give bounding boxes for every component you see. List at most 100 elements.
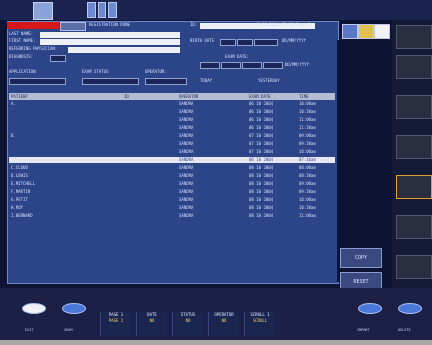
today-radio[interactable]: TODAY (200, 78, 212, 84)
yesterday-radio[interactable]: YESTERDAY (258, 78, 280, 84)
table-row[interactable]: SANDRA 06 10 2004 11:30am (9, 125, 335, 131)
birth-year-field[interactable] (254, 39, 278, 46)
table-row[interactable]: C.CLOUD SANDRA 08 10 2004 08:00am (9, 165, 335, 171)
referring-field[interactable] (68, 47, 180, 53)
diagnosis-label: DIAGNOSIS: (9, 54, 34, 59)
table-row[interactable]: H.ROY SANDRA 08 10 2004 10:30am (9, 205, 335, 211)
exam-date-cell: 08 10 2004 (249, 205, 274, 210)
operator-cell: SANDRA (179, 117, 194, 122)
zoom-button[interactable] (62, 303, 86, 314)
operator-select[interactable] (145, 78, 187, 85)
operator-cell: SANDRA (179, 197, 194, 202)
application-select[interactable] (9, 78, 66, 85)
date-format-label: DD/MM/YYYY (282, 38, 307, 43)
table-row[interactable]: SANDRA 06 10 2004 11:00am (9, 117, 335, 123)
toolbar-button-2[interactable] (97, 2, 107, 18)
col-id[interactable]: ID (124, 94, 129, 99)
thumbnail[interactable] (396, 25, 432, 49)
table-row[interactable]: SANDRA 07 10 2004 10:00am (9, 149, 335, 155)
exam-day-to[interactable] (242, 62, 262, 69)
time-cell: 10:30am (299, 205, 316, 210)
function-key-value: PAGE 1 (108, 318, 124, 323)
operator-cell: SANDRA (179, 213, 194, 218)
exam-date-cell: 07 10 2004 (249, 133, 274, 138)
table-row[interactable]: D.LEWIS SANDRA 08 10 2004 08:30am (9, 173, 335, 179)
time-cell: 10:30am (299, 109, 316, 114)
table-row[interactable]: G.PETIT SANDRA 08 10 2004 10:00am (9, 197, 335, 203)
time-cell: 09:30am (299, 141, 316, 146)
exam-date-cell: 08 10 2004 (249, 213, 274, 218)
operator-cell: SANDRA (179, 157, 194, 162)
title-button[interactable] (60, 22, 86, 31)
function-key[interactable]: STATUS NO (172, 312, 203, 336)
exam-status-select[interactable] (82, 78, 139, 85)
operator-cell: SANDRA (179, 141, 194, 146)
first-name-field[interactable] (40, 39, 180, 45)
patient-name-cell: I.BERNARD (11, 213, 33, 218)
operator-cell: SANDRA (179, 149, 194, 154)
exit-button[interactable] (22, 303, 46, 314)
function-key[interactable]: SCROLL 1 SCROLL (244, 312, 275, 336)
operator-cell: SANDRA (179, 173, 194, 178)
time-cell: 08:30am (299, 173, 316, 178)
thumbnail[interactable] (396, 135, 432, 159)
toolbar-button-3[interactable] (108, 2, 118, 18)
table-row[interactable]: SANDRA 06 10 2004 10:30am (9, 109, 335, 115)
birth-month-field[interactable] (237, 39, 253, 46)
patient-name-cell: F.MARTIN (11, 189, 31, 194)
col-exam-date[interactable]: EXAM DATE (249, 94, 271, 99)
time-cell: 11:00am (299, 213, 316, 218)
exam-month-from[interactable] (221, 62, 241, 69)
col-operator[interactable]: OPERATOR (179, 94, 198, 99)
function-key[interactable]: PAGE 1 PAGE 1 (100, 312, 131, 336)
delete-label: DELETE (398, 328, 411, 332)
table-row[interactable]: F.MARTIN SANDRA 08 10 2004 09:30am (9, 189, 335, 195)
import-button[interactable] (358, 303, 382, 314)
application-label: APPLICATION (9, 69, 36, 74)
exam-date-format: DD/MM/YYYY (285, 62, 310, 67)
toolbar-button-1[interactable] (87, 2, 96, 18)
patient-name-cell: E.MITCHELL (11, 181, 36, 186)
exam-day-from[interactable] (200, 62, 220, 69)
registration-text: REGISTRATION DONE (89, 22, 130, 27)
thumbnail[interactable] (396, 95, 432, 119)
last-name-field[interactable] (40, 32, 180, 38)
exam-date-cell: 07 10 2004 (249, 149, 274, 154)
top-toolbar (87, 2, 118, 18)
thumbnail[interactable] (396, 55, 432, 79)
time-cell: 09:30am (299, 189, 316, 194)
thumbnail[interactable] (396, 215, 432, 239)
delete-button[interactable] (398, 303, 422, 314)
monitor-icon[interactable] (342, 24, 358, 39)
time-cell: 10:00am (299, 101, 316, 106)
col-time[interactable]: TIME (299, 94, 309, 99)
exam-date-cell: 08 10 2004 (249, 197, 274, 202)
col-patient[interactable]: PATIENT (11, 94, 28, 99)
folder-icon[interactable] (358, 24, 374, 39)
document-icon[interactable] (374, 24, 390, 39)
title-badge (7, 22, 59, 29)
function-key-value: SCROLL (252, 318, 268, 323)
diagnosis-select[interactable] (50, 55, 66, 62)
function-key[interactable]: OPERATOR NO (208, 312, 239, 336)
function-key-value: NO (149, 318, 155, 323)
patient-name-cell: G.PETIT (11, 197, 28, 202)
function-key[interactable]: DATE NO (136, 312, 167, 336)
home-icon[interactable] (33, 2, 53, 20)
table-row[interactable]: A. SANDRA 06 10 2004 10:00am (9, 101, 335, 107)
operator-cell: SANDRA (179, 189, 194, 194)
time-cell: 09:00am (299, 181, 316, 186)
table-row[interactable]: I.BERNARD SANDRA 08 10 2004 11:00am (9, 213, 335, 219)
time-cell: 10:00am (299, 197, 316, 202)
table-row[interactable]: E.MITCHELL SANDRA 08 10 2004 09:00am (9, 181, 335, 187)
thumbnail[interactable] (396, 175, 432, 199)
copy-button[interactable]: COPY (340, 248, 382, 268)
exam-date-label: EXAM DATE: (225, 54, 250, 59)
birth-day-field[interactable] (220, 39, 236, 46)
operator-label: OPERATOR: (145, 69, 167, 74)
table-row[interactable]: SANDRA 07 10 2004 09:30am (9, 141, 335, 147)
exam-month-to[interactable] (263, 62, 283, 69)
table-row[interactable]: B. SANDRA 07 10 2004 09:00am (9, 133, 335, 139)
table-row[interactable]: SANDRA 08 10 2004 07:16am (9, 157, 335, 163)
thumbnail[interactable] (396, 255, 432, 279)
